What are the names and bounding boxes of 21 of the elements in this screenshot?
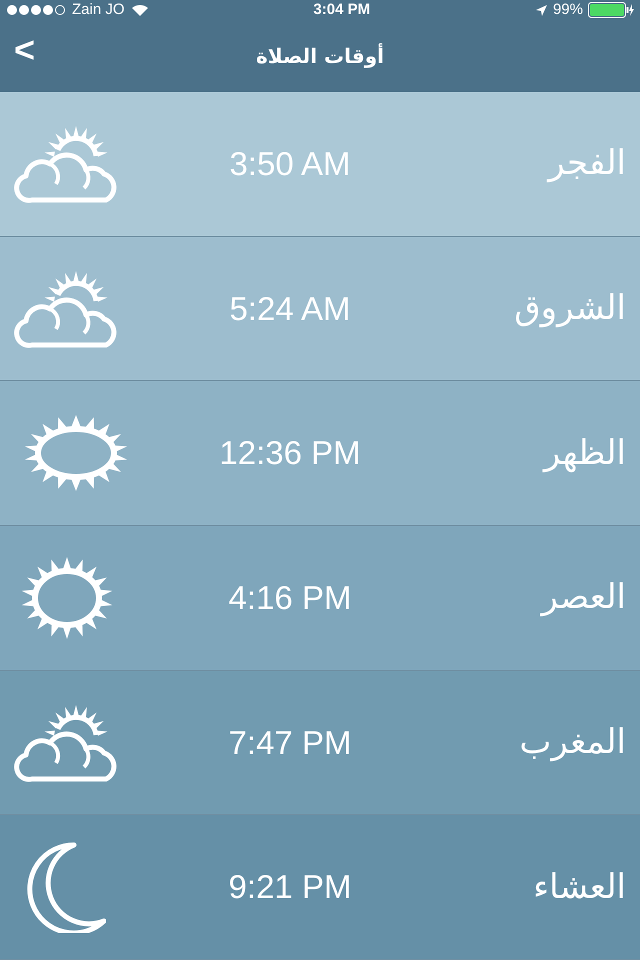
prayer-time: 9:21 PM — [228, 867, 352, 908]
battery-percent: 99% — [552, 0, 583, 20]
prayer-name: العصر — [539, 576, 626, 620]
status-time: 3:04 PM — [313, 0, 370, 20]
prayer-time: 4:16 PM — [228, 578, 352, 618]
signal-icon — [6, 4, 66, 16]
location-arrow-icon — [534, 4, 548, 16]
prayer-name: الظهر — [542, 432, 626, 475]
prayer-time: 5:24 AM — [228, 288, 352, 329]
wifi-icon — [130, 3, 149, 17]
page-title: أوقات الصلاة — [256, 42, 384, 70]
carrier-name: Zain JO — [72, 0, 125, 20]
prayer-time: 12:36 PM — [218, 433, 362, 474]
battery-charging-icon — [588, 2, 634, 18]
back-button[interactable]: < — [12, 32, 38, 68]
prayer-time: 7:47 PM — [228, 722, 352, 763]
prayer-name: المغرب — [518, 721, 626, 764]
prayer-name: الشروق — [513, 287, 626, 330]
prayer-time: 3:50 AM — [228, 144, 352, 184]
prayer-name: الفجر — [546, 142, 626, 186]
prayer-name: العشاء — [532, 866, 626, 909]
